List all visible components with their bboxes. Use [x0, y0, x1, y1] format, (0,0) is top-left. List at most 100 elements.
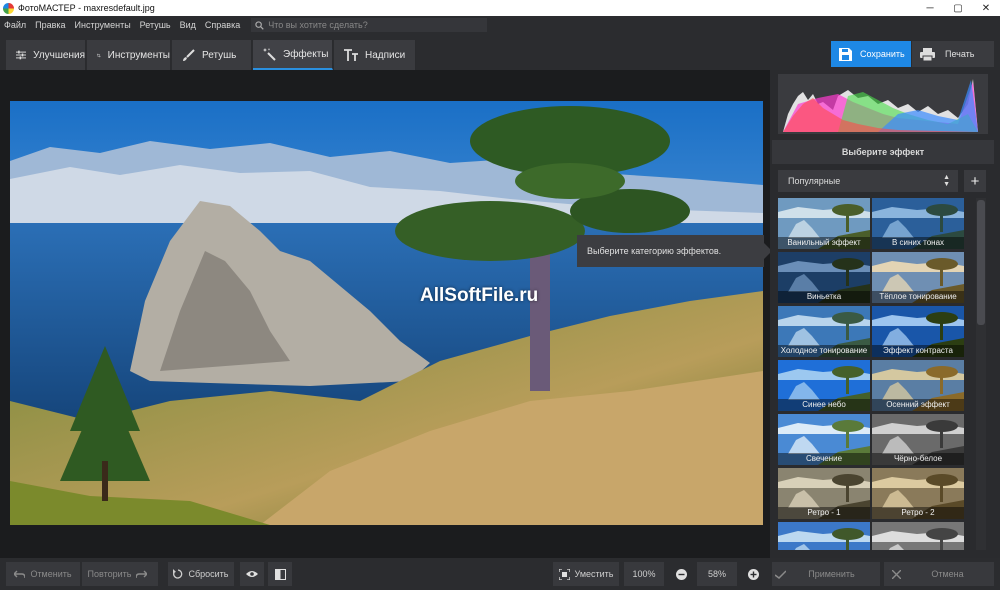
eye-icon — [246, 571, 258, 577]
canvas-area: AllSoftFile.ru Выберите категорию эффект… — [0, 70, 772, 558]
effect-thumbnail[interactable]: В синих тонах — [872, 198, 964, 249]
redo-button[interactable]: Повторить — [82, 562, 158, 586]
reset-button[interactable]: Сбросить — [168, 562, 234, 586]
edited-photo[interactable] — [10, 101, 763, 525]
menu-retouch[interactable]: Ретушь — [140, 20, 171, 30]
effect-thumbnail[interactable]: Синее небо — [778, 360, 870, 411]
scrollbar-thumb[interactable] — [977, 200, 985, 325]
tab-captions-label: Надписи — [365, 49, 406, 61]
tab-tools[interactable]: Инструменты — [87, 40, 171, 70]
redo-label: Повторить — [87, 569, 132, 579]
effects-grid: Ванильный эффект В синих тонах Виньетка Тёп… — [778, 198, 966, 550]
zoom-100-button[interactable]: 100% — [624, 562, 664, 586]
cancel-label: Отмена — [931, 569, 964, 579]
effect-label: Эффект контраста — [872, 345, 964, 357]
close-button[interactable]: ✕ — [972, 0, 1000, 16]
updown-arrows-icon: ▲ ▼ — [943, 174, 950, 188]
effect-preview-image — [778, 522, 870, 550]
add-effect-button[interactable]: + — [964, 170, 986, 192]
redo-icon — [136, 570, 148, 578]
magic-wand-icon — [263, 47, 276, 61]
tab-tools-label: Инструменты — [107, 49, 170, 61]
search-icon — [255, 20, 264, 30]
effect-label: Тёплое тонирование — [872, 291, 964, 303]
effect-thumbnail[interactable]: Ретро - 2 — [872, 468, 964, 519]
zoom-out-button[interactable] — [670, 562, 692, 586]
effect-thumbnail[interactable]: Осенний эффект — [872, 360, 964, 411]
menu-tools[interactable]: Инструменты — [75, 20, 131, 30]
effect-thumbnail[interactable]: Эффект контраста — [872, 306, 964, 357]
window-title: ФотоМАСТЕР - maxresdefault.jpg — [18, 3, 155, 13]
menubar: Файл Правка Инструменты Ретушь Вид Справ… — [0, 16, 1000, 34]
search-input[interactable]: Что вы хотите сделать? — [251, 18, 488, 32]
undo-button[interactable]: Отменить — [6, 562, 80, 586]
checkmark-icon — [775, 569, 787, 579]
compare-button[interactable] — [268, 562, 292, 586]
menu-view[interactable]: Вид — [180, 20, 196, 30]
effect-thumbnail[interactable] — [778, 522, 870, 550]
tab-retouch-label: Ретушь — [202, 49, 237, 61]
tab-retouch[interactable]: Ретушь — [172, 40, 252, 70]
effect-thumbnail[interactable]: Виньетка — [778, 252, 870, 303]
close-x-icon — [892, 569, 902, 579]
effects-side-panel: Выберите эффект Популярные ▲ ▼ + Ванильны… — [770, 70, 1000, 558]
zoom-in-button[interactable] — [742, 562, 764, 586]
tab-enhancements[interactable]: Улучшения — [6, 40, 86, 70]
cancel-button[interactable]: Отмена — [884, 562, 994, 586]
effect-label: В синих тонах — [872, 237, 964, 249]
search-placeholder: Что вы хотите сделать? — [268, 20, 368, 30]
tab-effects-label: Эффекты — [283, 48, 329, 60]
print-button[interactable]: Печать — [912, 41, 994, 67]
save-button[interactable]: Сохранить — [831, 41, 911, 67]
effect-label: Осенний эффект — [872, 399, 964, 411]
histogram — [778, 74, 988, 134]
brush-icon — [183, 48, 195, 61]
save-label: Сохранить — [860, 49, 905, 59]
effect-thumbnail[interactable] — [872, 522, 964, 550]
tab-enhancements-label: Улучшения — [33, 49, 85, 61]
crop-icon — [97, 53, 101, 57]
apply-label: Применить — [808, 569, 855, 579]
preview-toggle-button[interactable] — [240, 562, 264, 586]
fit-button[interactable]: Уместить — [553, 562, 619, 586]
effect-thumbnail[interactable]: Тёплое тонирование — [872, 252, 964, 303]
menu-file[interactable]: Файл — [4, 20, 26, 30]
effect-preview-image — [872, 522, 964, 550]
effect-thumbnail[interactable]: Холодное тонирование — [778, 306, 870, 357]
effect-thumbnail[interactable]: Ретро - 1 — [778, 468, 870, 519]
apply-button[interactable]: Применить — [772, 562, 880, 586]
main-toolbar: Улучшения Инструменты Ретушь Эффекты Над… — [0, 34, 1000, 70]
effect-thumbnail[interactable]: Ванильный эффект — [778, 198, 870, 249]
effects-scrollbar[interactable] — [976, 198, 986, 550]
fit-screen-icon — [558, 568, 570, 580]
text-icon — [344, 49, 358, 61]
effect-thumbnail[interactable]: Свечение — [778, 414, 870, 465]
undo-label: Отменить — [30, 569, 72, 579]
menu-edit[interactable]: Правка — [35, 20, 65, 30]
panel-title: Выберите эффект — [772, 140, 994, 164]
effect-label: Синее небо — [778, 399, 870, 411]
effect-label: Ретро - 2 — [872, 507, 964, 519]
maximize-button[interactable]: ▢ — [944, 0, 972, 16]
effect-label: Виньетка — [778, 291, 870, 303]
undo-icon — [14, 570, 26, 578]
menu-help[interactable]: Справка — [205, 20, 240, 30]
zoom-in-icon — [747, 568, 759, 580]
zoom-level: 58% — [697, 562, 737, 586]
sliders-icon — [16, 50, 27, 60]
effect-label: Чёрно-белое — [872, 453, 964, 465]
tab-captions[interactable]: Надписи — [334, 40, 416, 70]
window-titlebar: ФотоМАСТЕР - maxresdefault.jpg ─ ▢ ✕ — [0, 0, 1000, 16]
compare-icon — [274, 568, 286, 580]
reset-label: Сбросить — [188, 569, 229, 579]
effect-thumbnail[interactable]: Чёрно-белое — [872, 414, 964, 465]
tab-effects[interactable]: Эффекты — [253, 40, 333, 70]
effect-label: Свечение — [778, 453, 870, 465]
category-tooltip: Выберите категорию эффектов. — [577, 235, 772, 267]
effect-category-select[interactable]: Популярные ▲ ▼ — [778, 170, 958, 192]
bottom-bar: Отменить Повторить Сбросить Уместить 100… — [0, 558, 1000, 590]
app-logo-icon — [3, 2, 14, 14]
effect-label: Ванильный эффект — [778, 237, 870, 249]
minimize-button[interactable]: ─ — [916, 0, 944, 16]
print-label: Печать — [945, 49, 975, 59]
